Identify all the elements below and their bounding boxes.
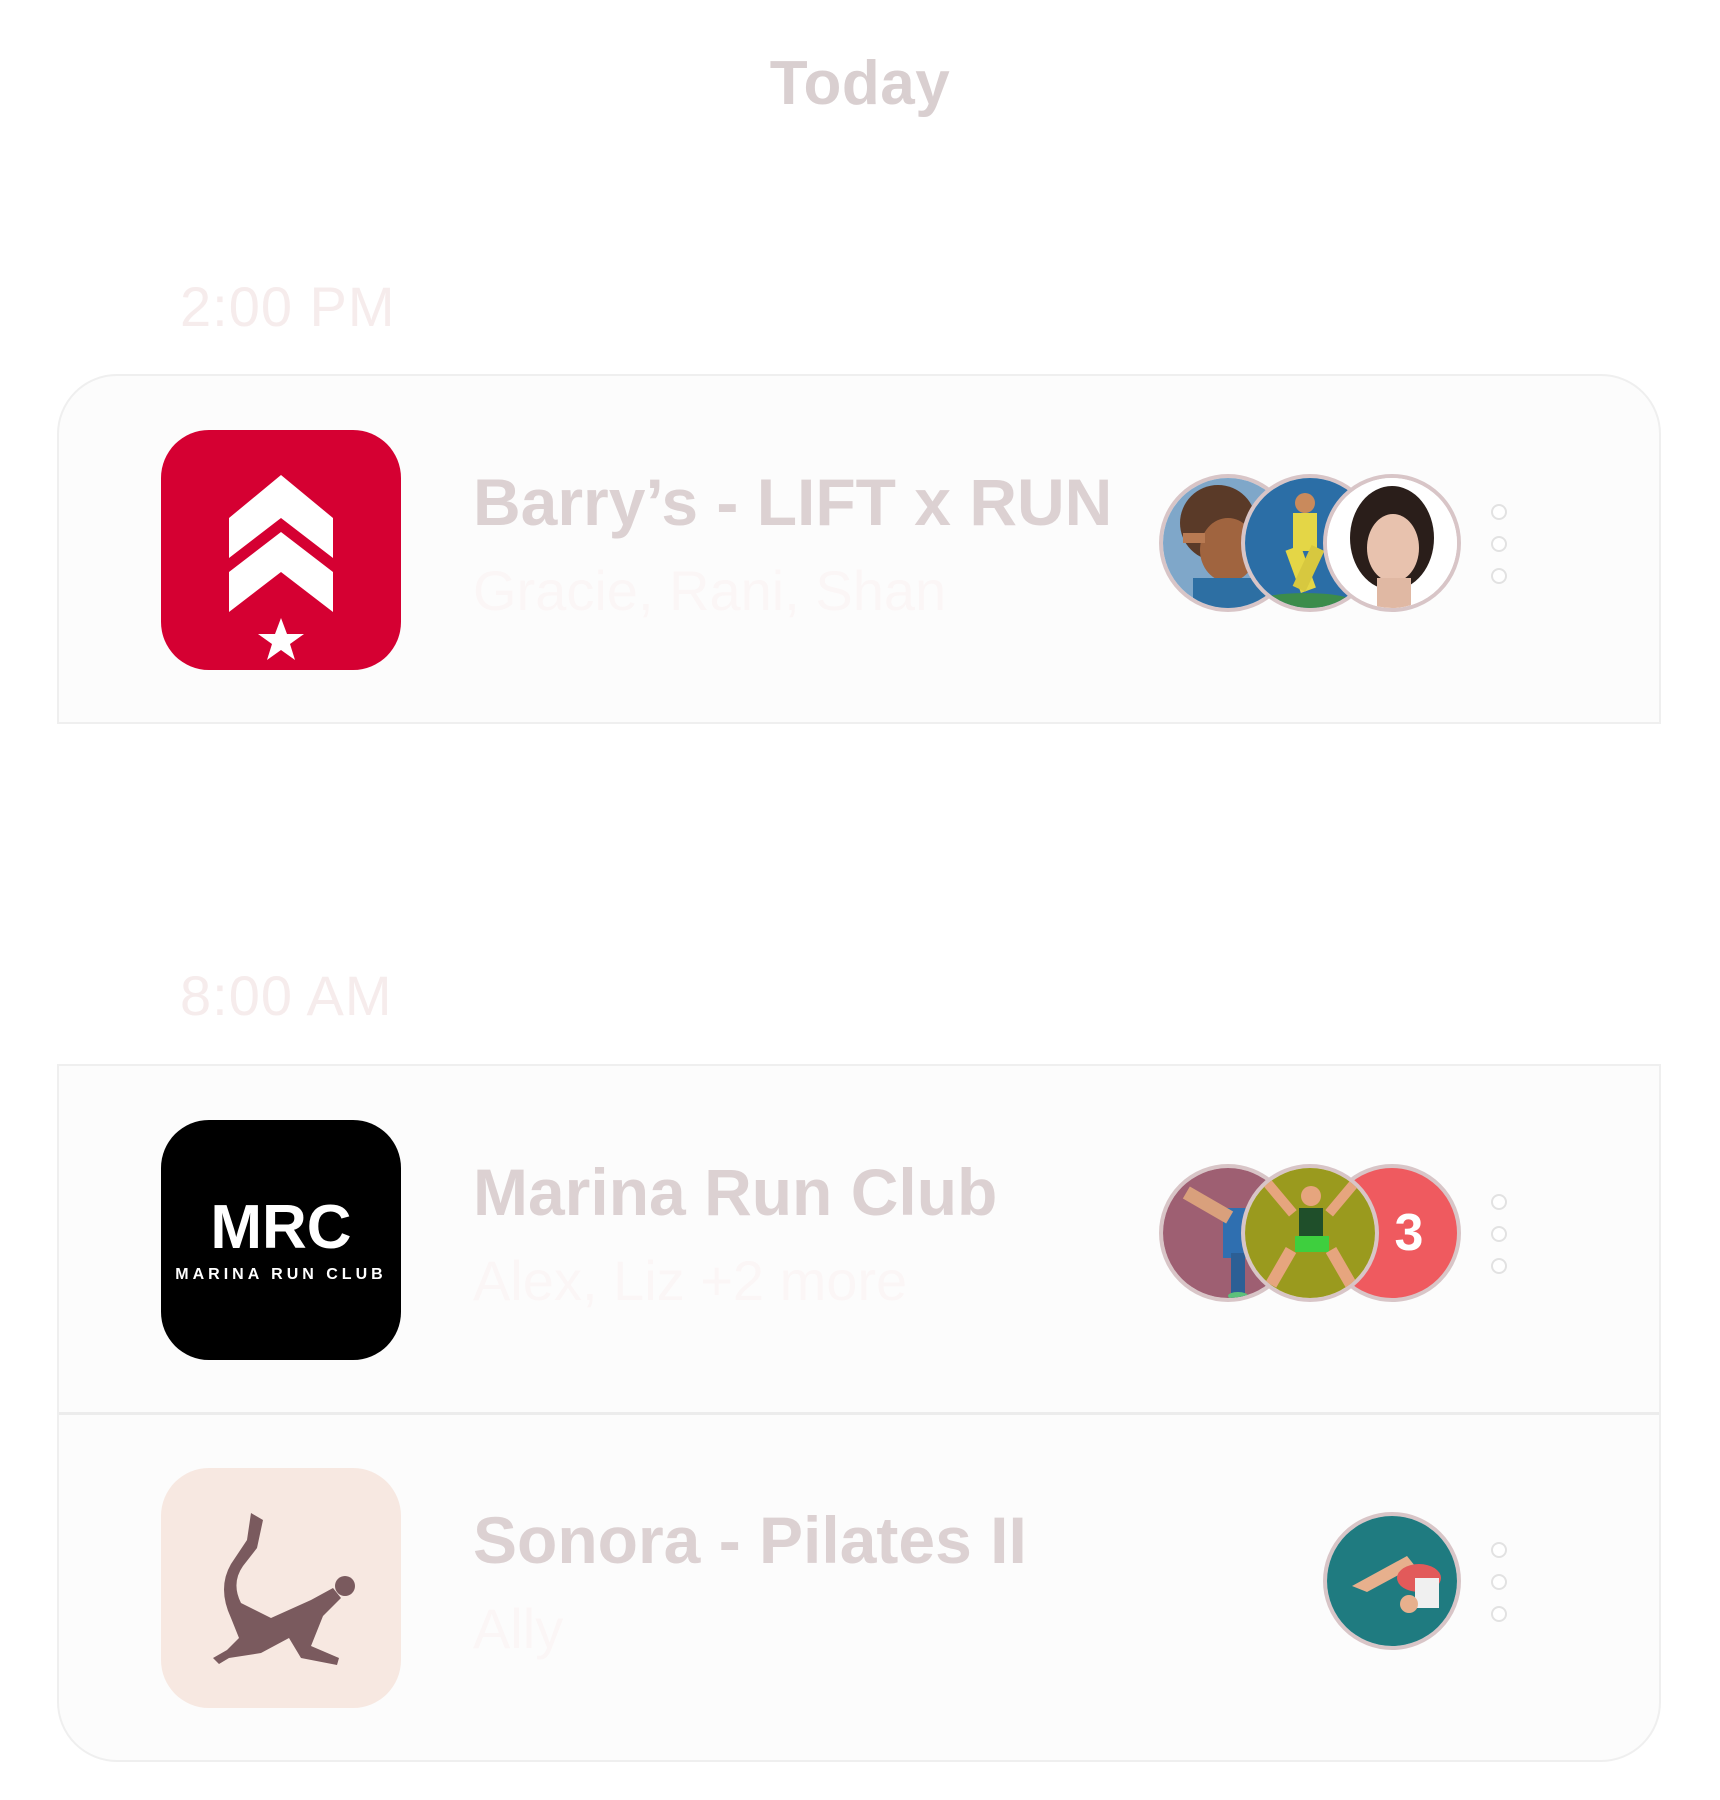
yoga-pose-logo-icon <box>161 1468 401 1708</box>
event-row-marina-run-club[interactable]: MRC MARINA RUN CLUB Marina Run Club Alex… <box>59 1066 1659 1412</box>
event-row-barrys[interactable]: Barry’s - LIFT x RUN Gracie, Rani, Shan <box>59 376 1659 722</box>
page-title: Today <box>769 49 951 118</box>
event-title: Marina Run Club <box>473 1155 998 1229</box>
event-card-group-2: MRC MARINA RUN CLUB Marina Run Club Alex… <box>57 1064 1661 1762</box>
event-attendees: Gracie, Rani, Shan <box>473 559 947 622</box>
attendee-avatars[interactable] <box>1159 474 1461 612</box>
attendee-avatars[interactable]: 3 <box>1159 1164 1461 1302</box>
logo-sub-text: MARINA RUN CLUB <box>175 1266 387 1283</box>
event-title: Barry’s - LIFT x RUN <box>473 465 1113 539</box>
attendee-avatars[interactable] <box>1323 1512 1463 1650</box>
plow-pose-avatar <box>1323 1512 1461 1650</box>
event-card-group-1: Barry’s - LIFT x RUN Gracie, Rani, Shan <box>57 374 1661 724</box>
event-row-sonora-pilates[interactable]: Sonora - Pilates II Ally <box>59 1414 1659 1760</box>
woman-portrait-avatar <box>1323 474 1461 612</box>
more-options-icon[interactable] <box>1489 1542 1509 1632</box>
barrys-logo-icon <box>161 430 401 670</box>
event-attendees: Ally <box>473 1597 564 1660</box>
event-attendees: Alex, Liz +2 more <box>473 1249 908 1312</box>
time-label-2pm: 2:00 PM <box>180 275 396 338</box>
logo-main-text: MRC <box>210 1193 352 1262</box>
event-title: Sonora - Pilates II <box>473 1503 1027 1577</box>
time-label-8am: 8:00 AM <box>180 964 393 1027</box>
dancer-avatar <box>1241 1164 1379 1302</box>
mrc-logo-icon: MRC MARINA RUN CLUB <box>161 1120 401 1360</box>
more-options-icon[interactable] <box>1489 504 1509 594</box>
more-options-icon[interactable] <box>1489 1194 1509 1284</box>
